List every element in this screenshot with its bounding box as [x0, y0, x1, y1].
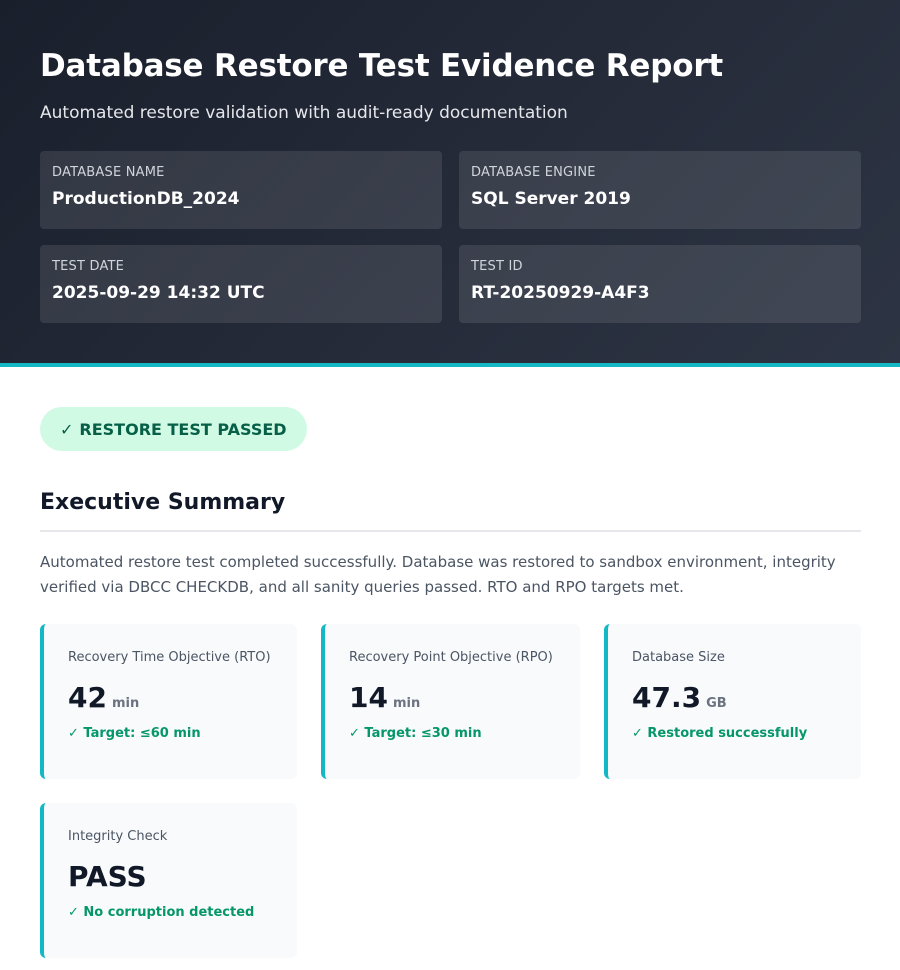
- page-title: Database Restore Test Evidence Report: [40, 48, 724, 84]
- meta-card-test-date: TEST DATE 2025-09-29 14:32 UTC: [40, 245, 442, 323]
- meta-card-test-id: TEST ID RT-20250929-A4F3: [459, 245, 861, 323]
- metric-note: ✓ Target: ≤30 min: [349, 726, 482, 741]
- metric-card-rpo: Recovery Point Objective (RPO) 14 min ✓ …: [321, 624, 580, 779]
- status-label: RESTORE TEST PASSED: [79, 419, 287, 439]
- meta-card-database-engine: DATABASE ENGINE SQL Server 2019: [459, 151, 861, 229]
- metric-value: PASS: [68, 860, 147, 893]
- metric-label: Database Size: [632, 650, 725, 665]
- meta-value: 2025-09-29 14:32 UTC: [52, 283, 265, 303]
- metric-card-rto: Recovery Time Objective (RTO) 42 min ✓ T…: [40, 624, 297, 779]
- meta-card-database-name: DATABASE NAME ProductionDB_2024: [40, 151, 442, 229]
- metric-note: ✓ No corruption detected: [68, 905, 255, 920]
- meta-label: DATABASE ENGINE: [471, 165, 596, 180]
- metric-unit: min: [111, 696, 140, 711]
- header-accent-divider: [0, 363, 900, 367]
- metric-note: ✓ Target: ≤60 min: [68, 726, 201, 741]
- status-badge: ✓ RESTORE TEST PASSED: [40, 407, 307, 451]
- meta-value: RT-20250929-A4F3: [471, 283, 650, 303]
- section-heading-executive-summary: Executive Summary: [40, 490, 286, 515]
- meta-value: ProductionDB_2024: [52, 189, 240, 209]
- metric-label: Integrity Check: [68, 829, 168, 844]
- metric-label: Recovery Time Objective (RTO): [68, 650, 271, 665]
- meta-value: SQL Server 2019: [471, 189, 631, 209]
- metric-unit: min: [392, 696, 421, 711]
- report-header: Database Restore Test Evidence Report Au…: [0, 0, 900, 363]
- metric-card-database-size: Database Size 47.3 GB ✓ Restored success…: [604, 624, 861, 779]
- check-icon: ✓: [60, 419, 74, 439]
- metric-label: Recovery Point Objective (RPO): [349, 650, 553, 665]
- metric-value: 42: [68, 681, 107, 714]
- metric-card-integrity-check: Integrity Check PASS ✓ No corruption det…: [40, 803, 297, 958]
- page-subtitle: Automated restore validation with audit-…: [40, 103, 568, 123]
- metric-note: ✓ Restored successfully: [632, 726, 808, 741]
- summary-paragraph: Automated restore test completed success…: [40, 553, 836, 596]
- metric-value: 14: [349, 681, 388, 714]
- meta-label: TEST ID: [471, 259, 523, 274]
- metric-value: 47.3: [632, 681, 702, 714]
- section-divider: [40, 530, 861, 532]
- meta-label: TEST DATE: [52, 259, 125, 274]
- meta-label: DATABASE NAME: [52, 165, 165, 180]
- metric-unit: GB: [706, 696, 727, 711]
